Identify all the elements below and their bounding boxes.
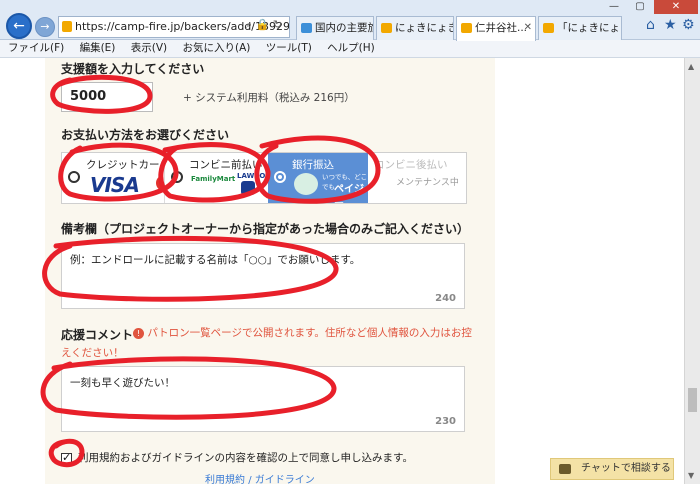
tab-favicon-icon [381, 23, 392, 33]
tab-2[interactable]: にょきにょき 攻... [376, 16, 454, 40]
amount-input[interactable]: 5000 [61, 82, 153, 112]
lock-icon[interactable]: 🔒 [256, 18, 270, 31]
menu-favorites[interactable]: お気に入り(A) [182, 40, 250, 57]
menu-edit[interactable]: 編集(E) [80, 40, 116, 57]
comment-title-text: 応援コメント [61, 328, 134, 342]
familymart-logo: FamilyMart [191, 175, 236, 183]
tab-4[interactable]: 「にょきにょき 字... [538, 16, 622, 40]
scroll-down-icon[interactable]: ▼ [688, 471, 694, 480]
menu-view[interactable]: 表示(V) [131, 40, 167, 57]
guideline-link[interactable]: ガイドライン [255, 475, 315, 484]
tab-label: にょきにょき 攻... [395, 22, 454, 34]
menu-file[interactable]: ファイル(F) [8, 40, 64, 57]
note-placeholder: 例：エンドロールに記載する名前は「○○」でお願いします。 [70, 254, 361, 266]
fee-text: + システム利用料（税込み 216円） [183, 92, 355, 104]
comment-textarea[interactable]: 一刻も早く遊びたい！ 230 [61, 366, 465, 432]
forward-button[interactable]: → [35, 17, 55, 37]
payment-bank-transfer[interactable]: 銀行振込 いつでも、どこでも ペイジー [268, 153, 368, 203]
backer-form: 支援額を入力してください 5000 + システム利用料（税込み 216円） お支… [45, 58, 495, 484]
info-icon: ! [133, 327, 144, 339]
payment-convenience-label: コンビニ前払い [189, 159, 263, 171]
comment-warning-line1: パトロン一覧ページで公開されます。住所など個人情報の入力はお控 [147, 327, 472, 339]
tab-favicon-icon [461, 23, 472, 33]
scroll-thumb[interactable] [688, 388, 697, 412]
menu-help[interactable]: ヘルプ(H) [327, 40, 375, 57]
agree-checkbox[interactable] [61, 451, 72, 464]
comment-warning: ! パトロン一覧ページで公開されます。住所など個人情報の入力はお控 [133, 324, 472, 343]
tab-favicon-icon [301, 23, 312, 33]
radio-bank-selected[interactable] [274, 171, 286, 183]
chat-consult-button[interactable]: チャットで相談する [550, 458, 674, 480]
home-icon[interactable]: ⌂ [646, 17, 655, 33]
site-favicon-icon [62, 21, 72, 32]
payment-later-label: コンビニ後払い [374, 159, 448, 171]
radio-credit[interactable] [68, 171, 80, 183]
radio-convenience[interactable] [171, 171, 183, 183]
link-separator: / [248, 475, 252, 484]
tab-label: 国内の主要旅... [315, 22, 373, 34]
chat-bubble-icon [559, 464, 571, 474]
page-viewport: 支援額を入力してください 5000 + システム利用料（税込み 216円） お支… [0, 58, 684, 484]
tab-3-active[interactable]: 仁井谷社... ✕ [456, 16, 536, 41]
scroll-up-icon[interactable]: ▲ [688, 62, 694, 71]
payment-bank-label: 銀行振込 [292, 159, 334, 171]
terms-link[interactable]: 利用規約 [205, 475, 245, 484]
agree-text: 利用規約およびガイドラインの内容を確認の上で同意し申し込みます。 [78, 452, 413, 464]
payment-credit-label: クレジットカード [86, 159, 162, 171]
tab-label: 仁井谷社... [475, 22, 528, 34]
tab-label: 「にょきにょき 字... [557, 22, 621, 34]
menu-tools[interactable]: ツール(T) [266, 40, 312, 57]
policy-links: 利用規約 / ガイドライン [205, 471, 315, 484]
payment-methods: クレジットカード VISA コンビニ前払い FamilyMart LAWSON … [61, 152, 467, 204]
payeasy-logo-icon [294, 173, 318, 195]
lawson-mark-icon [241, 181, 255, 195]
address-actions: ⌕ 🔒 ↻ [246, 18, 282, 32]
payment-title: お支払い方法をお選びください [61, 128, 230, 142]
close-window-button[interactable]: ✕ [654, 0, 698, 14]
browser-chrome: — ▢ ✕ ← → https://camp-fire.jp/backers/a… [0, 0, 700, 41]
search-icon[interactable]: ⌕ [246, 18, 252, 31]
payeasy-name: ペイジー [334, 184, 364, 203]
minimize-button[interactable]: — [602, 0, 626, 14]
comment-counter: 230 [435, 416, 456, 427]
refresh-icon[interactable]: ↻ [273, 18, 282, 31]
comment-value: 一刻も早く遊びたい！ [70, 377, 175, 389]
note-counter: 240 [435, 293, 456, 304]
payment-convenience-prepay[interactable]: コンビニ前払い FamilyMart LAWSON [164, 153, 268, 203]
favorites-star-icon[interactable]: ★ [664, 17, 677, 33]
payment-credit-card[interactable]: クレジットカード VISA [62, 153, 162, 203]
lawson-logo: LAWSON [237, 172, 268, 180]
note-textarea[interactable]: 例：エンドロールに記載する名前は「○○」でお願いします。 240 [61, 243, 465, 309]
comment-warning-line2: えください！ [61, 347, 124, 359]
tab-favicon-icon [543, 23, 554, 33]
maintenance-note: メンテナンス中 [396, 178, 459, 188]
amount-title: 支援額を入力してください [61, 62, 205, 76]
visa-logo: VISA [90, 173, 140, 197]
menu-bar: ファイル(F) 編集(E) 表示(V) お気に入り(A) ツール(T) ヘルプ(… [0, 40, 700, 58]
agree-row[interactable]: 利用規約およびガイドラインの内容を確認の上で同意し申し込みます。 [61, 450, 413, 465]
tab-close-icon[interactable]: ✕ [524, 17, 532, 39]
maximize-button[interactable]: ▢ [628, 0, 652, 14]
payment-convenience-postpay-disabled: コンビニ後払い メンテナンス中 [368, 153, 468, 203]
note-title: 備考欄（プロジェクトオーナーから指定があった場合のみご記入ください） [61, 222, 470, 236]
vertical-scrollbar[interactable]: ▲ ▼ [684, 58, 700, 484]
back-button[interactable]: ← [6, 13, 32, 39]
tab-1[interactable]: 国内の主要旅... [296, 16, 374, 40]
settings-gear-icon[interactable]: ⚙ [682, 17, 695, 33]
comment-title: 応援コメント [61, 326, 133, 343]
mastercard-logo-icon [156, 175, 162, 191]
chat-label: チャットで相談する [581, 463, 671, 474]
